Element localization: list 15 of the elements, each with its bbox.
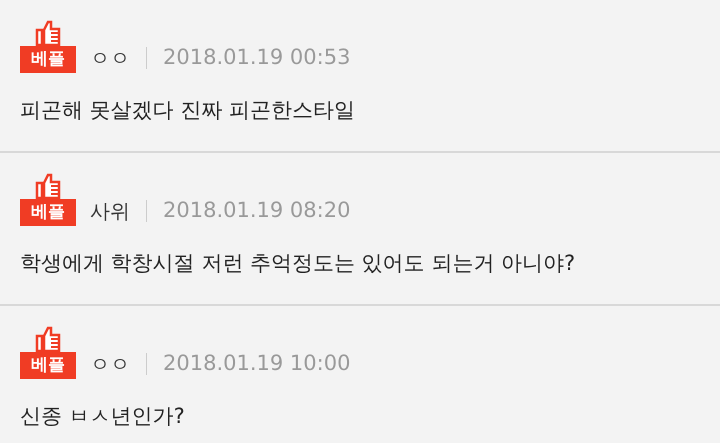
comment-text: 학생에게 학창시절 저런 추억정도는 있어도 되는거 아니야? xyxy=(20,250,576,277)
best-badge: 베플 xyxy=(20,199,76,226)
thumbs-up-icon xyxy=(35,173,61,199)
thumbs-up-icon xyxy=(35,20,61,46)
comment-date: 2018.01.19 00:53 xyxy=(163,44,350,70)
comment-date: 2018.01.19 10:00 xyxy=(163,350,350,376)
comment-text: 피곤해 못살겠다 진짜 피곤한스타일 xyxy=(20,97,356,124)
author-name: ㅇㅇ xyxy=(90,351,130,378)
comment-date: 2018.01.19 08:20 xyxy=(163,196,350,224)
author-name: 사위 xyxy=(90,198,130,225)
best-badge: 베플 xyxy=(20,46,76,73)
thumbs-up-icon xyxy=(35,326,61,352)
best-badge: 베플 xyxy=(20,352,76,379)
author-name: ㅇㅇ xyxy=(90,45,130,72)
comment-text: 신종 ㅂㅅ년인가? xyxy=(20,403,186,430)
